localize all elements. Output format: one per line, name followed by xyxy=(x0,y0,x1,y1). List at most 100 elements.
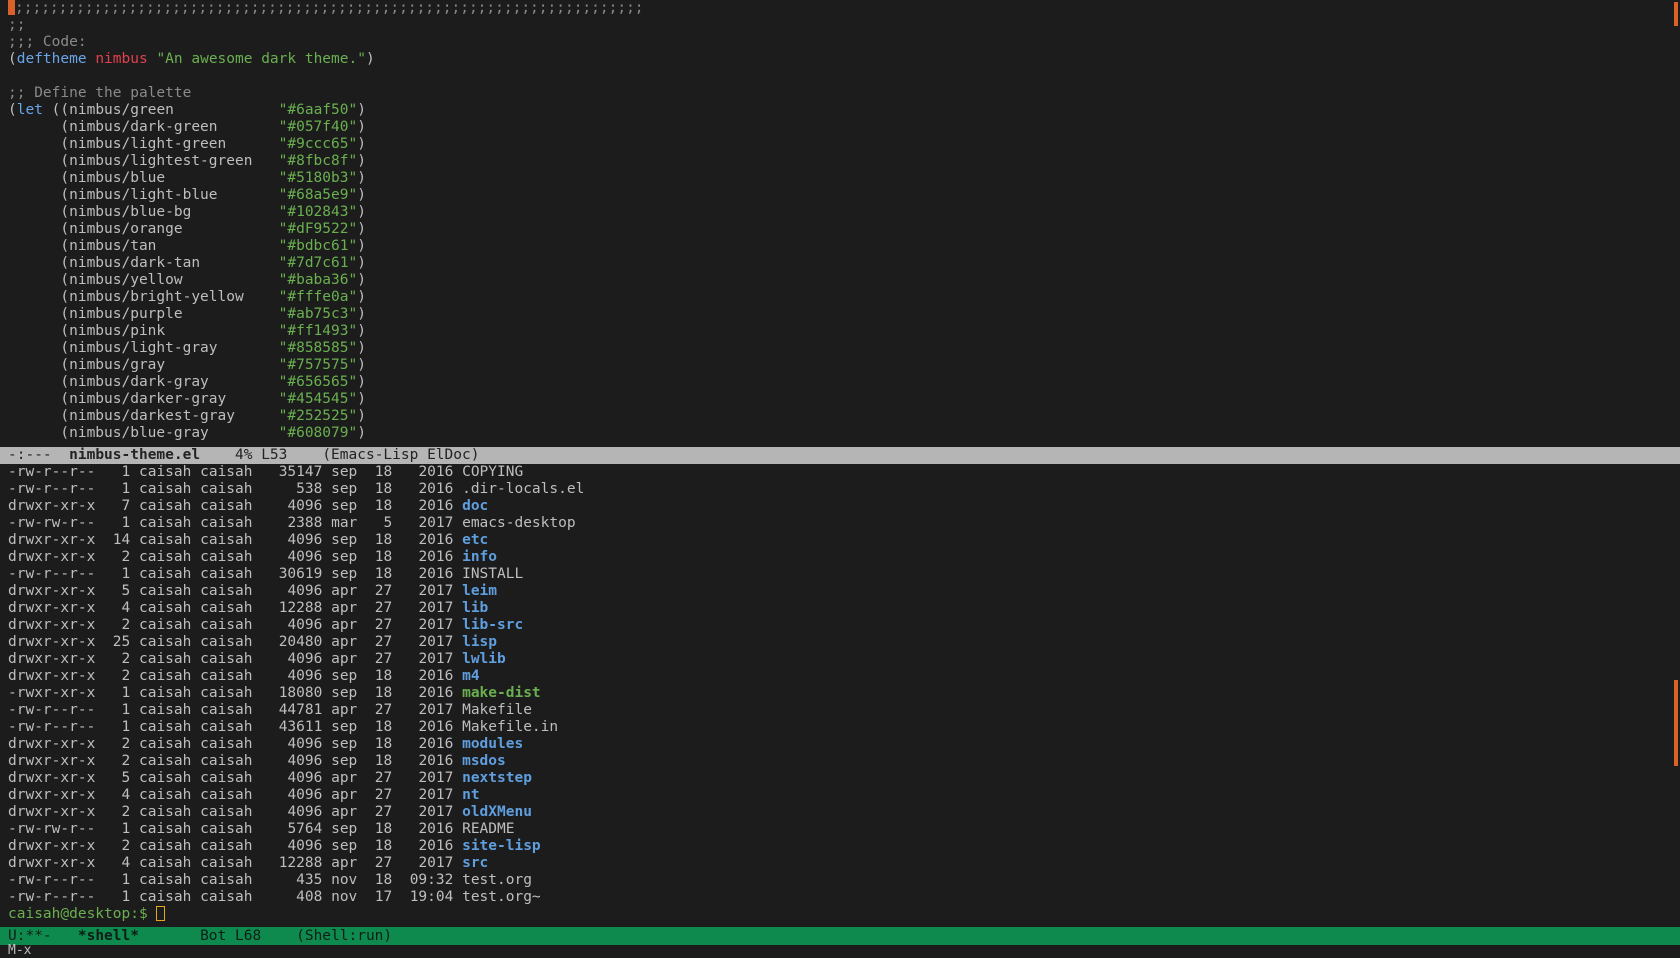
ls-owner: caisah xyxy=(138,821,192,837)
ls-size: 30619 xyxy=(278,566,323,582)
palette-name: nimbus/bright-yellow xyxy=(69,289,244,305)
ls-owner: caisah xyxy=(138,515,192,531)
ls-filename: INSTALL xyxy=(462,566,524,582)
shell-prompt-line[interactable]: caisah@desktop:$ xyxy=(0,906,1680,923)
ls-owner: caisah xyxy=(138,702,192,718)
ls-links: 1 xyxy=(121,481,131,497)
editor-pane[interactable]: ;;;;;;;;;;;;;;;;;;;;;;;;;;;;;;;;;;;;;;;;… xyxy=(0,0,1680,447)
ls-owner: caisah xyxy=(138,685,192,701)
ls-perm: drwxr-xr-x xyxy=(8,838,96,854)
ls-entry: drwxr-xr-x 2 caisah caisah 4096 sep 18 2… xyxy=(0,668,1680,685)
ls-owner: caisah xyxy=(138,498,192,514)
palette-value: "#608079" xyxy=(278,425,358,441)
ls-time: 2017 xyxy=(418,600,454,616)
ls-day: 18 xyxy=(374,872,393,888)
ls-entry: -rw-rw-r-- 1 caisah caisah 5764 sep 18 2… xyxy=(0,821,1680,838)
ls-day: 18 xyxy=(374,668,393,684)
ls-owner: caisah xyxy=(138,549,192,565)
palette-name: nimbus/purple xyxy=(69,306,183,322)
ls-time: 2017 xyxy=(418,702,454,718)
ls-links: 1 xyxy=(121,515,131,531)
code-heading-comment: ;;; Code: xyxy=(8,34,87,50)
ls-day: 5 xyxy=(383,515,393,531)
ls-month: sep xyxy=(331,685,358,701)
palette-value: "#baba36" xyxy=(278,272,358,288)
ls-month: apr xyxy=(331,583,358,599)
ls-filename: src xyxy=(462,855,489,871)
ls-owner: caisah xyxy=(138,651,192,667)
palette-entry: (let ((nimbus/green "#6aaf50") xyxy=(8,102,366,118)
ls-perm: -rw-r--r-- xyxy=(8,872,96,888)
ls-size: 4096 xyxy=(287,770,323,786)
ls-month: apr xyxy=(331,634,358,650)
minibuffer[interactable]: M-x xyxy=(0,944,1680,957)
ls-links: 2 xyxy=(121,753,131,769)
ls-links: 2 xyxy=(121,549,131,565)
ls-day: 27 xyxy=(374,804,393,820)
ls-entry: -rw-rw-r-- 1 caisah caisah 2388 mar 5 20… xyxy=(0,515,1680,532)
ls-entry: drwxr-xr-x 7 caisah caisah 4096 sep 18 2… xyxy=(0,498,1680,515)
ls-group: caisah xyxy=(200,821,253,837)
editor-mode-line[interactable]: -:--- nimbus-theme.el 4% L53 (Emacs-Lisp… xyxy=(0,447,1680,464)
let-keyword: let xyxy=(16,102,43,118)
ls-perm: -rw-r--r-- xyxy=(8,719,96,735)
ls-group: caisah xyxy=(200,736,253,752)
buffer-position: Bot L68 xyxy=(200,928,262,944)
ls-day: 18 xyxy=(374,481,393,497)
ls-entry: -rw-r--r-- 1 caisah caisah 43611 sep 18 … xyxy=(0,719,1680,736)
ls-month: apr xyxy=(331,804,358,820)
ls-perm: drwxr-xr-x xyxy=(8,804,96,820)
ls-perm: drwxr-xr-x xyxy=(8,787,96,803)
ls-size: 44781 xyxy=(278,702,323,718)
ls-links: 1 xyxy=(121,889,131,905)
theme-docstring: "An awesome dark theme." xyxy=(156,51,366,67)
ls-perm: drwxr-xr-x xyxy=(8,651,96,667)
palette-list: (let ((nimbus/green "#6aaf50") (nimbus/d… xyxy=(0,102,1680,442)
ls-size: 43611 xyxy=(278,719,323,735)
palette-name: nimbus/lightest-green xyxy=(69,153,253,169)
ls-size: 4096 xyxy=(287,583,323,599)
palette-value: "#ab75c3" xyxy=(278,306,358,322)
comment-separator-line: ;;;;;;;;;;;;;;;;;;;;;;;;;;;;;;;;;;;;;;;;… xyxy=(0,0,1680,17)
ls-links: 2 xyxy=(121,804,131,820)
palette-value: "#102843" xyxy=(278,204,358,220)
ls-size: 20480 xyxy=(278,634,323,650)
ls-owner: caisah xyxy=(138,532,192,548)
ls-filename: lisp xyxy=(462,634,498,650)
ls-group: caisah xyxy=(200,753,253,769)
ls-entry: -rw-r--r-- 1 caisah caisah 538 sep 18 20… xyxy=(0,481,1680,498)
ls-perm: drwxr-xr-x xyxy=(8,532,96,548)
shell-pane[interactable]: -rw-r--r-- 1 caisah caisah 35147 sep 18 … xyxy=(0,464,1680,927)
shell-mode-line[interactable]: U:**- *shell* Bot L68 (Shell:run) xyxy=(0,927,1680,945)
ls-filename: leim xyxy=(462,583,498,599)
ls-filename: info xyxy=(462,549,498,565)
ls-group: caisah xyxy=(200,617,253,633)
ls-entry: -rw-r--r-- 1 caisah caisah 35147 sep 18 … xyxy=(0,464,1680,481)
palette-name: nimbus/blue-bg xyxy=(69,204,192,220)
ls-day: 18 xyxy=(374,464,393,480)
palette-entry: (nimbus/blue-gray "#608079") xyxy=(8,425,366,441)
ls-links: 1 xyxy=(121,872,131,888)
ls-group: caisah xyxy=(200,651,253,667)
ls-size: 538 xyxy=(296,481,323,497)
ls-group: caisah xyxy=(200,515,253,531)
ls-owner: caisah xyxy=(138,583,192,599)
palette-value: "#252525" xyxy=(278,408,358,424)
ls-day: 17 xyxy=(374,889,393,905)
ls-month: sep xyxy=(331,498,358,514)
ls-day: 18 xyxy=(374,498,393,514)
ls-perm: drwxr-xr-x xyxy=(8,583,96,599)
ls-filename: lib xyxy=(462,600,489,616)
ls-entry: -rw-r--r-- 1 caisah caisah 435 nov 18 09… xyxy=(0,872,1680,889)
ls-filename: lib-src xyxy=(462,617,524,633)
ls-size: 4096 xyxy=(287,787,323,803)
editor-scroll-indicator[interactable] xyxy=(1674,2,1678,26)
ls-size: 5764 xyxy=(287,821,323,837)
ls-perm: drwxr-xr-x xyxy=(8,549,96,565)
ls-links: 1 xyxy=(121,566,131,582)
ls-links: 4 xyxy=(121,787,131,803)
ls-filename: Makefile xyxy=(462,702,532,718)
ls-group: caisah xyxy=(200,787,253,803)
shell-scroll-indicator[interactable] xyxy=(1674,680,1678,766)
ls-filename: etc xyxy=(462,532,489,548)
